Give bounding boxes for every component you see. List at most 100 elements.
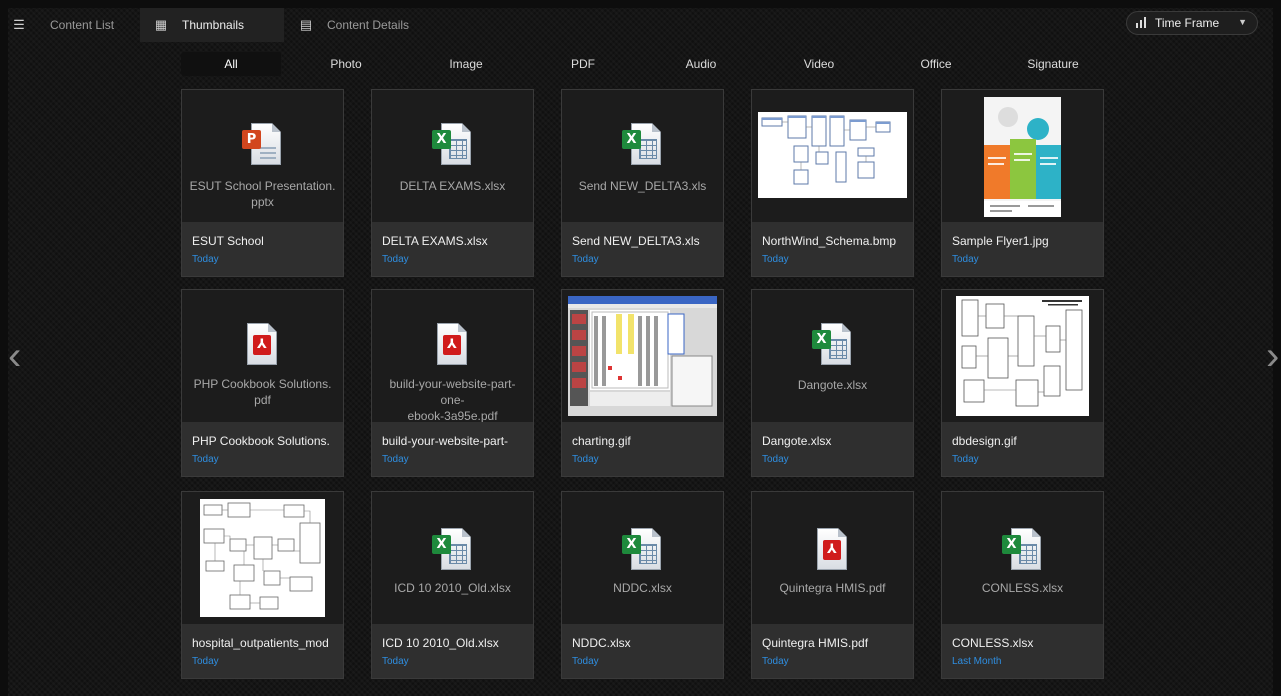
card-caption: Sample Flyer1.jpg Today — [942, 222, 1103, 276]
pdf-file-icon: ⅄ — [242, 323, 284, 369]
powerpoint-file-icon: P — [242, 123, 284, 169]
card-title: dbdesign.gif — [952, 434, 1017, 448]
chevron-down-icon: ▼ — [1238, 17, 1247, 27]
filter-image[interactable]: Image — [416, 52, 516, 76]
excel-file-icon: X — [1002, 528, 1044, 574]
content-card[interactable]: Sample Flyer1.jpg Today — [941, 89, 1104, 277]
thumbnail-filename: ESUT School Presentation. pptx — [189, 179, 336, 209]
charting-screenshot-image — [568, 296, 717, 416]
card-date: Today — [572, 656, 599, 667]
thumbnail: X NDDC.xlsx — [562, 492, 723, 624]
card-title: Dangote.xlsx — [762, 434, 832, 448]
card-date: Today — [192, 254, 219, 265]
thumbnail — [942, 90, 1103, 222]
thumbnail-filename: Dangote.xlsx — [797, 378, 868, 392]
card-title: CONLESS.xlsx — [952, 636, 1034, 650]
content-card[interactable]: X ICD 10 2010_Old.xlsx ICD 10 2010_Old.x… — [371, 491, 534, 679]
card-title: build-your-website-part- — [382, 434, 509, 448]
card-caption: build-your-website-part- Today — [372, 422, 533, 476]
thumbnail — [562, 290, 723, 422]
excel-file-icon: X — [622, 528, 664, 574]
content-card[interactable]: P ESUT School Presentation. pptx ESUT Sch… — [181, 89, 344, 277]
thumbnail-filename: CONLESS.xlsx — [981, 581, 1064, 595]
pdf-file-icon: ⅄ — [432, 323, 474, 369]
card-caption: DELTA EXAMS.xlsx Today — [372, 222, 533, 276]
filter-signature[interactable]: Signature — [1003, 52, 1103, 76]
app-frame: ☰ Content List ▦ Thumbnails ▤ Content De… — [8, 8, 1279, 696]
tab-thumbnails[interactable]: ▦ Thumbnails — [140, 8, 284, 42]
next-page-arrow[interactable]: › — [1266, 326, 1281, 386]
card-caption: Send NEW_DELTA3.xls Today — [562, 222, 723, 276]
card-date: Today — [192, 656, 219, 667]
db-design-image — [956, 296, 1089, 416]
thumbnail-filename: DELTA EXAMS.xlsx — [399, 179, 506, 193]
card-title: NorthWind_Schema.bmp — [762, 234, 897, 248]
content-card[interactable]: ⅄ Quintegra HMIS.pdf Quintegra HMIS.pdf … — [751, 491, 914, 679]
card-title: PHP Cookbook Solutions. — [192, 434, 330, 448]
card-title: NDDC.xlsx — [572, 636, 631, 650]
filter-all[interactable]: All — [181, 52, 281, 76]
card-caption: charting.gif Today — [562, 422, 723, 476]
card-date: Today — [762, 656, 789, 667]
thumbnail: ⅄ Quintegra HMIS.pdf — [752, 492, 913, 624]
time-frame-dropdown[interactable]: Time Frame ▼ — [1126, 11, 1258, 35]
excel-file-icon: X — [812, 323, 854, 369]
card-caption: PHP Cookbook Solutions. Today — [182, 422, 343, 476]
content-card[interactable]: ⅄ PHP Cookbook Solutions. pdf PHP Cookboo… — [181, 289, 344, 477]
bar-chart-icon — [1136, 17, 1148, 29]
card-caption: dbdesign.gif Today — [942, 422, 1103, 476]
content-card[interactable]: X Send NEW_DELTA3.xls Send NEW_DELTA3.xl… — [561, 89, 724, 277]
thumbnail-filename: Send NEW_DELTA3.xls — [578, 179, 707, 193]
filter-video[interactable]: Video — [769, 52, 869, 76]
content-card[interactable]: ⅄ build-your-website-part-one-ebook-3a95… — [371, 289, 534, 477]
content-card[interactable]: X Dangote.xlsx Dangote.xlsx Today — [751, 289, 914, 477]
card-title: Send NEW_DELTA3.xls — [572, 234, 700, 248]
content-card[interactable]: dbdesign.gif Today — [941, 289, 1104, 477]
content-card[interactable]: X CONLESS.xlsx CONLESS.xlsx Last Month — [941, 491, 1104, 679]
schema-diagram-image — [758, 112, 907, 198]
excel-file-icon: X — [622, 123, 664, 169]
content-card[interactable]: hospital_outpatients_mod Today — [181, 491, 344, 679]
content-card[interactable]: charting.gif Today — [561, 289, 724, 477]
tab-content-list[interactable]: ☰ Content List — [8, 8, 142, 42]
card-caption: ESUT School Today — [182, 222, 343, 276]
filter-audio[interactable]: Audio — [651, 52, 751, 76]
tab-label: Content Details — [327, 18, 410, 32]
thumbnail — [182, 492, 343, 624]
card-caption: Dangote.xlsx Today — [752, 422, 913, 476]
pdf-file-icon: ⅄ — [812, 528, 854, 574]
thumbnail: ⅄ build-your-website-part-one-ebook-3a95… — [372, 290, 533, 423]
tab-label: Content List — [50, 18, 115, 32]
thumbnail — [752, 90, 913, 222]
card-title: ICD 10 2010_Old.xlsx — [382, 636, 499, 650]
thumbnail: X DELTA EXAMS.xlsx — [372, 90, 533, 222]
thumbnail: X Send NEW_DELTA3.xls — [562, 90, 723, 222]
thumbnail: ⅄ PHP Cookbook Solutions. pdf — [182, 290, 343, 422]
hospital-diagram-image — [200, 499, 325, 617]
content-card[interactable]: X NDDC.xlsx NDDC.xlsx Today — [561, 491, 724, 679]
card-title: ESUT School — [192, 234, 264, 248]
thumbnail-filename: ICD 10 2010_Old.xlsx — [394, 581, 511, 595]
filter-office[interactable]: Office — [886, 52, 986, 76]
excel-file-icon: X — [432, 528, 474, 574]
view-toolbar: ☰ Content List ▦ Thumbnails ▤ Content De… — [8, 8, 1273, 42]
thumbnail — [942, 290, 1103, 422]
card-date: Today — [382, 254, 409, 265]
filter-pdf[interactable]: PDF — [533, 52, 633, 76]
filter-photo[interactable]: Photo — [296, 52, 396, 76]
card-title: Sample Flyer1.jpg — [952, 234, 1049, 248]
card-date: Today — [952, 254, 979, 265]
card-date: Today — [382, 656, 409, 667]
card-caption: hospital_outpatients_mod Today — [182, 624, 343, 678]
card-date: Today — [572, 454, 599, 465]
thumbnail-filename: Quintegra HMIS.pdf — [779, 581, 886, 595]
time-frame-label: Time Frame — [1155, 16, 1220, 30]
tab-content-details[interactable]: ▤ Content Details — [285, 8, 428, 42]
card-caption: NorthWind_Schema.bmp Today — [752, 222, 913, 276]
content-card[interactable]: NorthWind_Schema.bmp Today — [751, 89, 914, 277]
thumbnail: X Dangote.xlsx — [752, 290, 913, 422]
previous-page-arrow[interactable]: ‹ — [8, 326, 24, 386]
content-card[interactable]: X DELTA EXAMS.xlsx DELTA EXAMS.xlsx Toda… — [371, 89, 534, 277]
card-caption: NDDC.xlsx Today — [562, 624, 723, 678]
card-date: Today — [952, 454, 979, 465]
